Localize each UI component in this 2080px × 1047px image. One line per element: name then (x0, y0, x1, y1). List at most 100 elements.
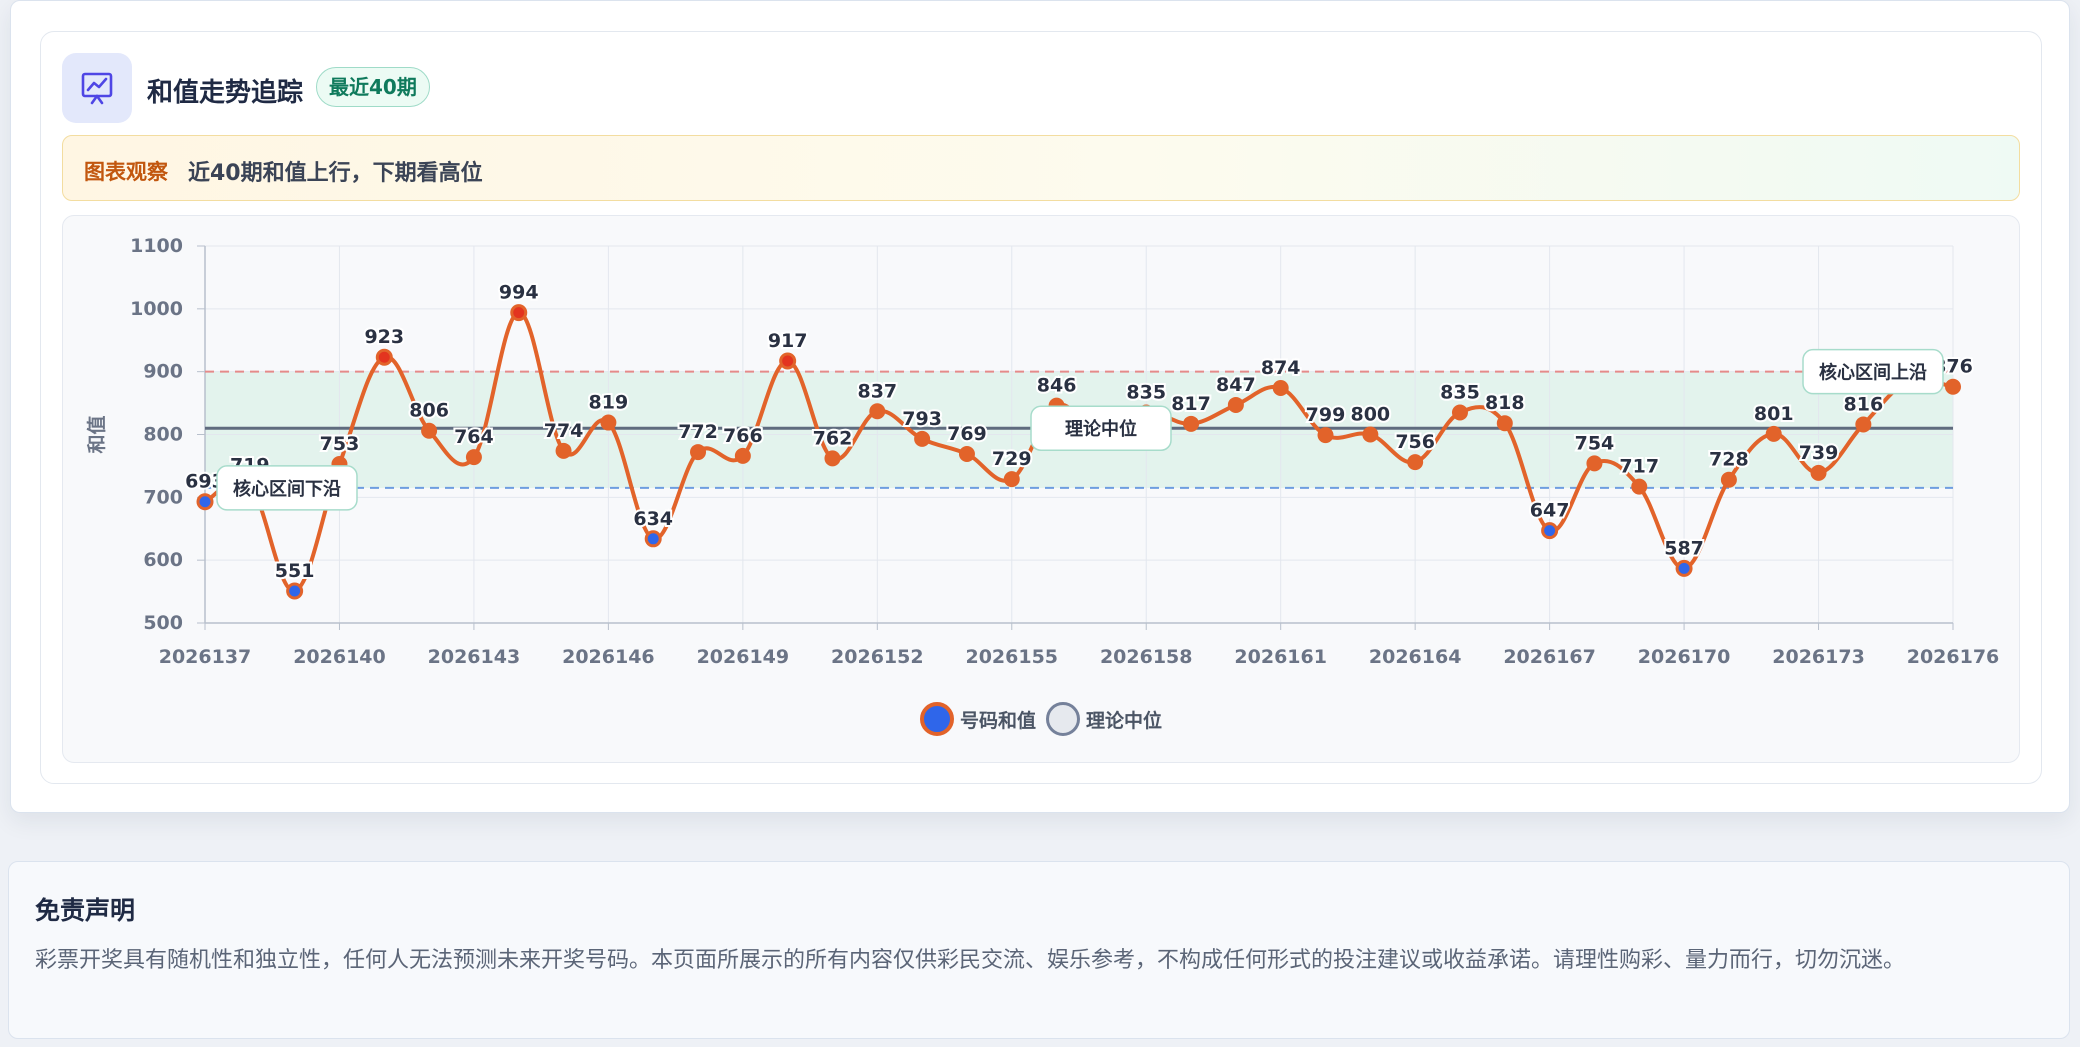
data-point (914, 430, 931, 447)
trend-panel: 和值走势追踪 最近40期 图表观察 近40期和值上行，下期看高位 500 600 7… (40, 31, 2042, 784)
x-tick-label: 2026173 (1772, 646, 1865, 668)
sum-trend-chart: 500 600 700 800 900 1000 1100 2026137 2026140 202… (85, 235, 2000, 668)
x-tick-label: 2026146 (562, 646, 655, 668)
x-tick-label: 2026161 (1234, 646, 1327, 668)
legend-item-sum[interactable]: 号码和值 (919, 702, 1036, 736)
disclaimer-title: 免责声明 (35, 896, 136, 925)
data-point (1272, 380, 1289, 397)
data-point (1631, 478, 1648, 495)
reference-label-text: 理论中位 (1065, 418, 1137, 440)
x-tick-label: 2026149 (697, 646, 790, 668)
data-point (421, 422, 438, 439)
data-label: 647 (1530, 500, 1570, 522)
data-label: 917 (768, 330, 808, 352)
data-label: 800 (1350, 404, 1390, 426)
data-label: 816 (1844, 393, 1884, 415)
data-point (1183, 415, 1200, 432)
legend-label-sum: 号码和值 (959, 709, 1036, 732)
data-label: 587 (1664, 537, 1704, 559)
y-tick-label: 900 (143, 361, 183, 383)
data-point (690, 444, 707, 461)
chart-area: 500 600 700 800 900 1000 1100 2026137 2026140 202… (62, 215, 2020, 763)
y-tick-label: 800 (143, 424, 183, 446)
data-label: 728 (1709, 449, 1749, 471)
data-label: 772 (678, 421, 718, 443)
data-label: 774 (544, 420, 584, 442)
data-label: 801 (1754, 403, 1794, 425)
data-point (465, 449, 482, 466)
x-tick-label: 2026143 (428, 646, 521, 668)
data-label: 551 (275, 560, 315, 582)
x-tick-label: 2026167 (1503, 646, 1596, 668)
data-label: 762 (813, 427, 853, 449)
panel-title: 和值走势追踪 (147, 78, 304, 108)
data-point (196, 493, 214, 511)
trend-card: 和值走势追踪 最近40期 图表观察 近40期和值上行，下期看高位 500 600 7… (10, 0, 2070, 813)
y-tick-label: 500 (143, 612, 183, 634)
data-point (510, 304, 528, 322)
data-label: 835 (1126, 382, 1166, 404)
data-label: 923 (364, 326, 404, 348)
data-label: 753 (320, 433, 360, 455)
data-point (958, 445, 975, 462)
data-point (824, 450, 841, 467)
data-point (1810, 464, 1827, 481)
data-point (1720, 471, 1737, 488)
legend-swatch-median (1046, 702, 1080, 736)
data-point (375, 348, 393, 366)
data-point (1227, 396, 1244, 413)
x-tick-label: 2026137 (159, 646, 252, 668)
data-label: 756 (1395, 431, 1435, 453)
y-axis-label: 和值 (85, 415, 108, 453)
data-label: 799 (1306, 404, 1346, 426)
data-point (1317, 427, 1334, 444)
disclaimer-box: 免责声明 彩票开奖具有随机性和独立性，任何人无法预测未来开奖号码。本页面所展示的… (8, 861, 2070, 1039)
x-tick-label: 2026170 (1638, 646, 1731, 668)
x-tick-label: 2026164 (1369, 646, 1462, 668)
x-tick-label: 2026176 (1907, 646, 2000, 668)
data-label: 793 (902, 408, 942, 430)
data-point (1541, 522, 1559, 540)
data-point (286, 582, 304, 600)
data-label: 754 (1575, 432, 1615, 454)
data-point (1003, 471, 1020, 488)
y-tick-label: 1000 (130, 298, 183, 320)
x-tick-label: 2026140 (293, 646, 386, 668)
data-label: 764 (454, 426, 494, 448)
observation-text: 近40期和值上行，下期看高位 (188, 161, 483, 186)
data-point (1451, 404, 1468, 421)
data-point (1855, 416, 1872, 433)
chart-legend: 号码和值 理论中位 (63, 702, 2019, 736)
reference-label-text: 核心区间下沿 (233, 478, 341, 500)
legend-item-median[interactable]: 理论中位 (1046, 702, 1162, 736)
data-label: 729 (992, 448, 1032, 470)
data-label: 634 (633, 508, 673, 530)
data-point (1407, 454, 1424, 471)
x-tick-label: 2026152 (831, 646, 924, 668)
data-label: 835 (1440, 382, 1480, 404)
data-label: 769 (947, 423, 987, 445)
data-label: 766 (723, 425, 763, 447)
data-label: 874 (1261, 357, 1301, 379)
data-point (734, 447, 751, 464)
data-point (1496, 415, 1513, 432)
data-label: 847 (1216, 374, 1256, 396)
chart-trend-icon (62, 53, 132, 123)
legend-swatch-sum (919, 702, 954, 736)
x-tick-label: 2026155 (965, 646, 1058, 668)
data-label: 806 (409, 400, 449, 422)
data-point (555, 442, 572, 459)
reference-label-0: 理论中位 (1030, 405, 1172, 451)
disclaimer-text: 彩票开奖具有随机性和独立性，任何人无法预测未来开奖号码。本页面所展示的所有内容仅… (35, 948, 1906, 973)
data-point (600, 414, 617, 431)
data-point (644, 530, 662, 548)
data-label: 994 (499, 282, 539, 304)
y-tick-label: 700 (143, 486, 183, 508)
data-point (1586, 455, 1603, 472)
period-badge: 最近40期 (316, 67, 430, 107)
x-tick-label: 2026158 (1100, 646, 1193, 668)
data-label: 837 (857, 380, 897, 402)
y-tick-label: 1100 (130, 235, 183, 257)
data-label: 818 (1485, 392, 1525, 414)
data-label: 739 (1799, 442, 1839, 464)
